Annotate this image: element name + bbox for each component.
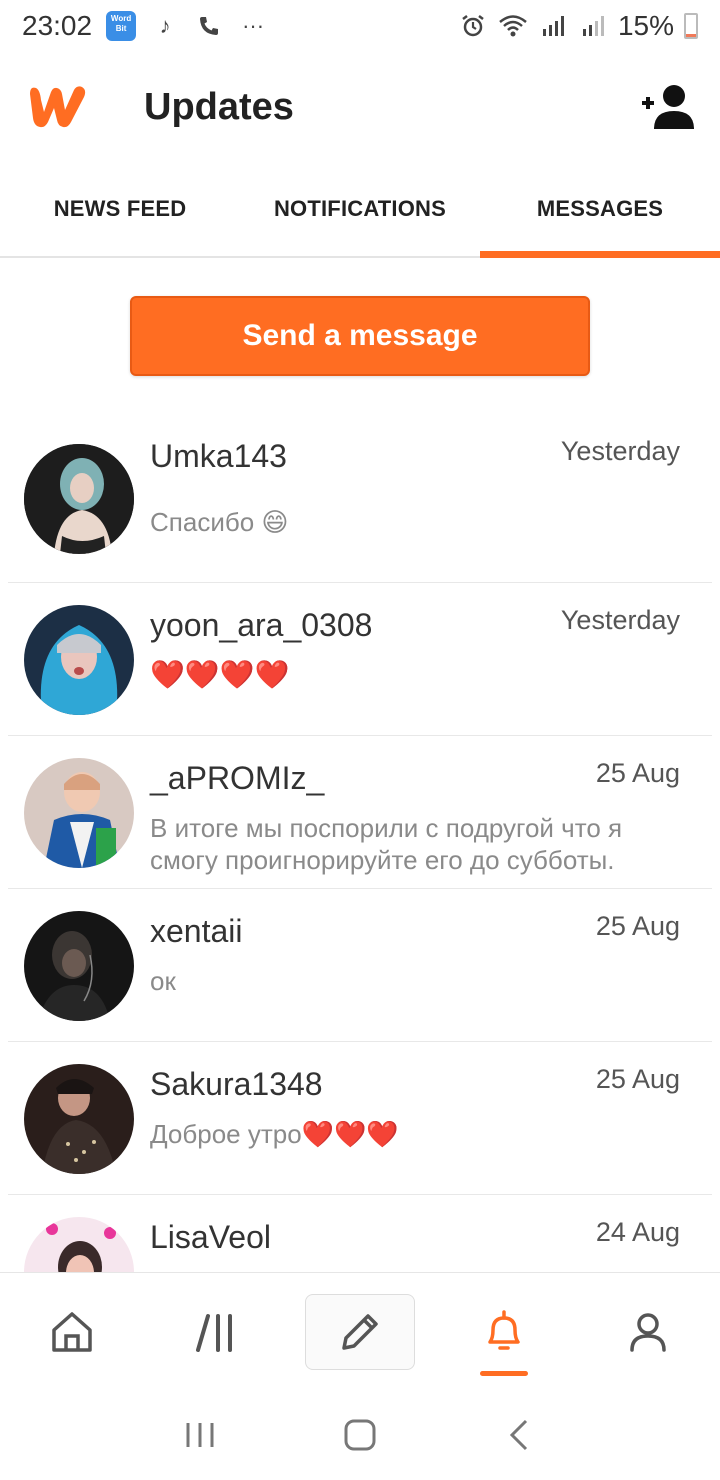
tab-notifications[interactable]: NOTIFICATIONS: [240, 162, 480, 256]
battery-icon: [684, 13, 698, 39]
message-preview: ❤️❤️❤️❤️: [150, 659, 290, 690]
message-time: 25 Aug: [595, 911, 680, 941]
message-time: 25 Aug: [595, 758, 680, 788]
nav-profile[interactable]: [576, 1273, 720, 1390]
message-time: 24 Aug: [595, 1217, 680, 1247]
music-note-icon: ♪: [159, 13, 171, 38]
avatar[interactable]: [24, 444, 134, 554]
call-icon: [194, 11, 224, 41]
nav-library[interactable]: [144, 1273, 288, 1390]
message-row[interactable]: Umka143 Yesterday Спасибо 😄: [8, 430, 712, 583]
write-icon: [342, 1313, 378, 1350]
app-header: Updates: [0, 52, 720, 162]
signal-2-icon: [578, 11, 608, 41]
system-nav-bar: [0, 1390, 720, 1480]
alarm-icon: [458, 11, 488, 41]
bell-icon: [488, 1309, 520, 1350]
message-sender: Sakura1348: [150, 1066, 323, 1102]
wifi-icon: [498, 11, 528, 41]
signal-1-icon: [538, 11, 568, 41]
avatar[interactable]: [24, 605, 134, 715]
status-bar: 23:02 Word Bit ♪ ··· 15%: [0, 0, 720, 52]
message-list: Umka143 Yesterday Спасибо 😄 yoon_ara_030…: [0, 430, 720, 1272]
page-title: Updates: [144, 85, 294, 128]
message-preview: Доброе утро❤️❤️❤️: [150, 1119, 399, 1149]
recent-apps-icon[interactable]: [182, 1417, 218, 1453]
more-notifications-icon: ···: [242, 13, 265, 38]
tab-bar: NEWS FEED NOTIFICATIONS MESSAGES: [0, 162, 720, 258]
message-sender: _aPROMIz_: [150, 760, 325, 796]
home-icon: [52, 1311, 92, 1352]
message-preview: Спасибо 😄: [150, 507, 289, 537]
message-sender: xentaii: [150, 913, 243, 949]
add-friend-icon[interactable]: [640, 83, 696, 131]
home-button-icon[interactable]: [342, 1417, 378, 1453]
message-row[interactable]: xentaii 25 Aug ок: [8, 889, 712, 1042]
nav-home[interactable]: [0, 1273, 144, 1390]
wordbit-app-icon: Word Bit: [106, 11, 137, 41]
bottom-nav: [0, 1272, 720, 1390]
avatar[interactable]: [24, 1217, 134, 1272]
send-message-button[interactable]: Send a message: [130, 296, 590, 376]
avatar[interactable]: [24, 1064, 134, 1174]
message-row[interactable]: _aPROMIz_ 25 Aug В итоге мы поспорили с …: [8, 736, 712, 889]
avatar[interactable]: [24, 758, 134, 868]
message-sender: Umka143: [150, 438, 287, 474]
message-sender: yoon_ara_0308: [150, 607, 373, 643]
message-sender: LisaVeol: [150, 1219, 271, 1255]
tab-news-feed[interactable]: NEWS FEED: [0, 162, 240, 256]
back-icon[interactable]: [502, 1417, 538, 1453]
nav-write[interactable]: [288, 1273, 432, 1390]
profile-icon: [630, 1312, 666, 1352]
write-button[interactable]: [305, 1293, 415, 1370]
avatar[interactable]: [24, 911, 134, 1021]
message-row[interactable]: yoon_ara_0308 Yesterday ❤️❤️❤️❤️: [8, 583, 712, 736]
clock: 23:02: [22, 10, 93, 41]
message-preview: ок: [150, 966, 176, 996]
message-preview: В итоге мы поспорили с подругой что я см…: [150, 813, 623, 875]
message-row[interactable]: LisaVeol 24 Aug: [8, 1195, 712, 1272]
nav-notifications[interactable]: [432, 1273, 576, 1390]
message-time: 25 Aug: [595, 1064, 680, 1094]
battery-percent: 15%: [617, 10, 674, 41]
message-time: Yesterday: [560, 436, 680, 466]
message-row[interactable]: Sakura1348 25 Aug Доброе утро❤️❤️❤️: [8, 1042, 712, 1195]
message-time: Yesterday: [560, 605, 680, 635]
tab-messages[interactable]: MESSAGES: [480, 162, 720, 258]
wattpad-logo-icon[interactable]: [24, 82, 90, 132]
library-icon: [196, 1313, 232, 1352]
